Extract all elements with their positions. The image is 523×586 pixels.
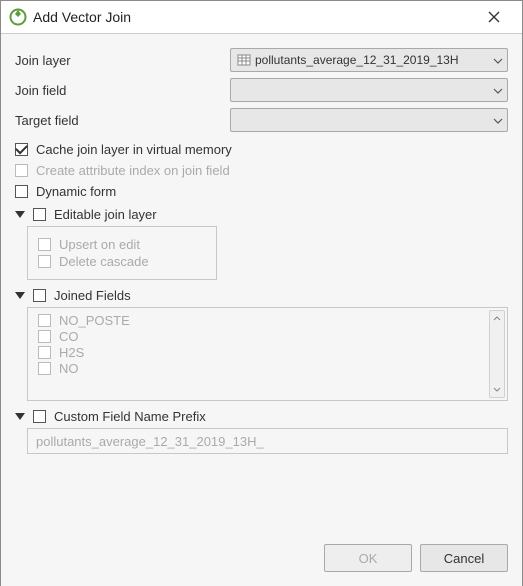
joined-fields-section: Joined Fields NO_POSTE CO [15,286,508,401]
titlebar: Add Vector Join [1,1,522,34]
editable-checkbox[interactable] [33,208,46,221]
target-field-label: Target field [15,113,230,128]
joined-fields-list: NO_POSTE CO H2S NO [27,307,508,401]
expand-icon [15,413,25,420]
chevron-down-icon [493,53,503,67]
join-layer-label: Join layer [15,53,230,68]
delete-cascade-row: Delete cascade [38,254,206,269]
dialog-window: Add Vector Join Join layer [0,0,523,586]
joined-fields-header[interactable]: Joined Fields [15,286,508,305]
joined-fields-body: NO_POSTE CO H2S NO [27,307,508,401]
field-checkbox [38,362,51,375]
ok-button: OK [324,544,412,572]
upsert-label: Upsert on edit [59,237,140,252]
editable-section-label: Editable join layer [54,207,157,222]
join-field-label: Join field [15,83,230,98]
join-field-row: Join field [15,78,508,102]
joined-fields-checkbox[interactable] [33,289,46,302]
editable-section: Editable join layer Upsert on edit Delet… [15,205,508,280]
field-label: CO [59,329,79,344]
scroll-up-icon[interactable] [493,313,501,324]
button-bar: OK Cancel [15,532,508,586]
chevron-down-icon [493,83,503,97]
create-index-checkbox [15,164,28,177]
join-field-select[interactable] [230,78,508,102]
editable-section-body: Upsert on edit Delete cascade [27,226,508,280]
target-field-row: Target field [15,108,508,132]
prefix-value: pollutants_average_12_31_2019_13H_ [36,434,264,449]
cache-checkbox[interactable] [15,143,28,156]
delete-cascade-label: Delete cascade [59,254,149,269]
field-label: H2S [59,345,84,360]
upsert-row: Upsert on edit [38,237,206,252]
scroll-down-icon[interactable] [493,384,501,395]
field-checkbox [38,330,51,343]
list-item: NO [38,361,483,376]
dynamic-form-checkbox[interactable] [15,185,28,198]
expand-icon [15,292,25,299]
window-title: Add Vector Join [33,9,474,25]
field-label: NO [59,361,79,376]
target-field-select[interactable] [230,108,508,132]
prefix-checkbox[interactable] [33,410,46,423]
app-icon [9,8,27,26]
list-item: H2S [38,345,483,360]
join-layer-value: pollutants_average_12_31_2019_13H [255,53,489,67]
prefix-section: Custom Field Name Prefix pollutants_aver… [15,407,508,454]
scrollbar[interactable] [489,310,505,398]
joined-fields-label: Joined Fields [54,288,131,303]
cache-check-label: Cache join layer in virtual memory [36,142,232,157]
field-checkbox [38,314,51,327]
prefix-header[interactable]: Custom Field Name Prefix [15,407,508,426]
dynamic-form-row[interactable]: Dynamic form [15,184,508,199]
field-label: NO_POSTE [59,313,130,328]
join-layer-row: Join layer pollutants_average_12_31_2019… [15,48,508,72]
join-layer-select[interactable]: pollutants_average_12_31_2019_13H [230,48,508,72]
upsert-checkbox [38,238,51,251]
dynamic-form-label: Dynamic form [36,184,116,199]
list-item: NO_POSTE [38,313,483,328]
cancel-button-label: Cancel [444,551,484,566]
dialog-content: Join layer pollutants_average_12_31_2019… [1,34,522,586]
prefix-body: pollutants_average_12_31_2019_13H_ [27,428,508,454]
cancel-button[interactable]: Cancel [420,544,508,572]
ok-button-label: OK [359,551,378,566]
delete-cascade-checkbox [38,255,51,268]
create-index-row: Create attribute index on join field [15,163,508,178]
prefix-input: pollutants_average_12_31_2019_13H_ [27,428,508,454]
editable-section-header[interactable]: Editable join layer [15,205,508,224]
close-button[interactable] [474,3,514,31]
form-body: Join layer pollutants_average_12_31_2019… [15,48,508,532]
expand-icon [15,211,25,218]
editable-panel: Upsert on edit Delete cascade [27,226,217,280]
list-item: CO [38,329,483,344]
table-icon [237,53,251,67]
create-index-label: Create attribute index on join field [36,163,230,178]
prefix-section-label: Custom Field Name Prefix [54,409,206,424]
field-checkbox [38,346,51,359]
chevron-down-icon [493,113,503,127]
cache-check-row[interactable]: Cache join layer in virtual memory [15,142,508,157]
close-icon [488,11,500,23]
